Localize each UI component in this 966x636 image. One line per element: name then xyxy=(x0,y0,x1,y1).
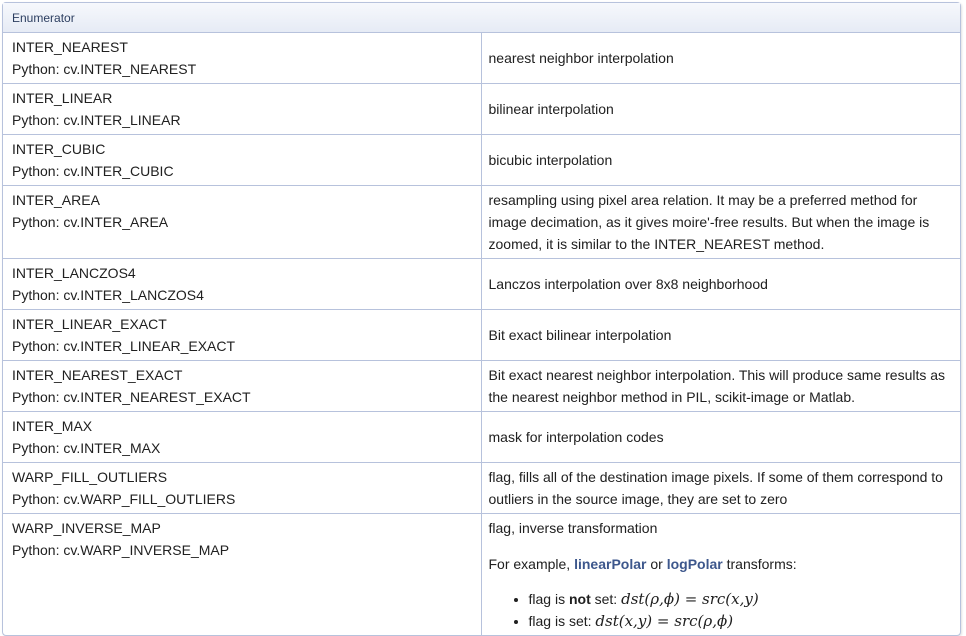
enum-python-name: Python: cv.INTER_CUBIC xyxy=(12,163,174,179)
bullet-prefix: flag is xyxy=(528,591,569,607)
enum-description: Lanczos interpolation over 8x8 neighborh… xyxy=(481,259,960,310)
table-row: WARP_FILL_OUTLIERS Python: cv.WARP_FILL_… xyxy=(3,463,960,514)
table-row: INTER_NEAREST Python: cv.INTER_NEAREST n… xyxy=(3,33,960,84)
enum-name: INTER_MAX xyxy=(12,418,93,434)
enum-name-cell: INTER_CUBIC Python: cv.INTER_CUBIC xyxy=(3,135,482,186)
enum-python-name: Python: cv.INTER_MAX xyxy=(12,440,161,456)
enum-name-cell: INTER_NEAREST_EXACT Python: cv.INTER_NEA… xyxy=(3,361,482,412)
enum-name: INTER_LANCZOS4 xyxy=(12,265,136,281)
enum-table-wrapper: Enumerator INTER_NEAREST Python: cv.INTE… xyxy=(2,2,961,636)
enum-name-cell: WARP_FILL_OUTLIERS Python: cv.WARP_FILL_… xyxy=(3,463,482,514)
enum-name: INTER_LINEAR_EXACT xyxy=(12,316,167,332)
bullet-prefix: flag is set: xyxy=(528,613,596,629)
enum-python-name: Python: cv.WARP_FILL_OUTLIERS xyxy=(12,491,236,507)
enum-python-name: Python: cv.INTER_AREA xyxy=(12,214,169,230)
enum-name: INTER_AREA xyxy=(12,192,100,208)
logpolar-link[interactable]: logPolar xyxy=(667,556,723,572)
enum-name: WARP_INVERSE_MAP xyxy=(12,520,161,536)
enum-name: INTER_CUBIC xyxy=(12,141,106,157)
formula-set: dst(x,y) = src(ρ,ϕ) xyxy=(595,612,734,630)
enum-description: resampling using pixel area relation. It… xyxy=(481,186,960,259)
enum-description: Bit exact bilinear interpolation xyxy=(481,310,960,361)
example-paragraph: For example, linearPolar or logPolar tra… xyxy=(489,553,954,575)
list-item: flag is not set: dst(ρ,ϕ) = src(x,y) xyxy=(529,588,954,610)
formula-not-set: dst(ρ,ϕ) = src(x,y) xyxy=(621,590,759,608)
table-row: INTER_LINEAR Python: cv.INTER_LINEAR bil… xyxy=(3,84,960,135)
example-suffix: transforms: xyxy=(722,556,797,572)
bullet-bold-not: not xyxy=(568,591,591,607)
enum-name-cell: INTER_NEAREST Python: cv.INTER_NEAREST xyxy=(3,33,482,84)
flag-bullet-list: flag is not set: dst(ρ,ϕ) = src(x,y) fla… xyxy=(489,588,954,632)
enum-description-block: flag, inverse transformation For example… xyxy=(482,514,961,635)
enum-name: WARP_FILL_OUTLIERS xyxy=(12,469,168,485)
enum-name-cell: INTER_LINEAR_EXACT Python: cv.INTER_LINE… xyxy=(3,310,482,361)
linearpolar-link[interactable]: linearPolar xyxy=(574,556,646,572)
enumerator-table: Enumerator INTER_NEAREST Python: cv.INTE… xyxy=(2,2,961,636)
enum-description: bilinear interpolation xyxy=(481,84,960,135)
enum-python-name: Python: cv.INTER_NEAREST xyxy=(12,61,197,77)
table-header: Enumerator xyxy=(3,3,960,33)
enum-name: INTER_NEAREST_EXACT xyxy=(12,367,183,383)
enum-python-name: Python: cv.INTER_NEAREST_EXACT xyxy=(12,389,251,405)
enum-description: flag, fills all of the destination image… xyxy=(481,463,960,514)
enum-python-name: Python: cv.INTER_LINEAR xyxy=(12,112,181,128)
enum-description: bicubic interpolation xyxy=(481,135,960,186)
enum-name-cell: INTER_MAX Python: cv.INTER_MAX xyxy=(3,412,482,463)
enum-name-cell: WARP_INVERSE_MAP Python: cv.WARP_INVERSE… xyxy=(3,514,482,635)
bullet-mid: set: xyxy=(590,591,622,607)
table-row: INTER_AREA Python: cv.INTER_AREA resampl… xyxy=(3,186,960,259)
enum-name-cell: INTER_AREA Python: cv.INTER_AREA xyxy=(3,186,482,259)
table-header-row: Enumerator xyxy=(3,3,960,33)
table-row: INTER_LINEAR_EXACT Python: cv.INTER_LINE… xyxy=(3,310,960,361)
enum-name: INTER_LINEAR xyxy=(12,90,113,106)
table-row: INTER_NEAREST_EXACT Python: cv.INTER_NEA… xyxy=(3,361,960,412)
enum-description: mask for interpolation codes xyxy=(481,412,960,463)
example-mid: or xyxy=(646,556,667,572)
enum-name-cell: INTER_LANCZOS4 Python: cv.INTER_LANCZOS4 xyxy=(3,259,482,310)
list-item: flag is set: dst(x,y) = src(ρ,ϕ) xyxy=(529,610,954,632)
table-row: WARP_INVERSE_MAP Python: cv.WARP_INVERSE… xyxy=(3,514,960,635)
enum-python-name: Python: cv.INTER_LANCZOS4 xyxy=(12,287,204,303)
table-row: INTER_CUBIC Python: cv.INTER_CUBIC bicub… xyxy=(3,135,960,186)
enum-python-name: Python: cv.INTER_LINEAR_EXACT xyxy=(12,338,236,354)
enum-description: Bit exact nearest neighbor interpolation… xyxy=(481,361,960,412)
example-prefix: For example, xyxy=(488,556,575,572)
enum-name-cell: INTER_LINEAR Python: cv.INTER_LINEAR xyxy=(3,84,482,135)
table-row: INTER_LANCZOS4 Python: cv.INTER_LANCZOS4… xyxy=(3,259,960,310)
enum-description: nearest neighbor interpolation xyxy=(481,33,960,84)
table-row: INTER_MAX Python: cv.INTER_MAX mask for … xyxy=(3,412,960,463)
enum-python-name: Python: cv.WARP_INVERSE_MAP xyxy=(12,542,230,558)
enum-name: INTER_NEAREST xyxy=(12,39,128,55)
enum-description: flag, inverse transformation xyxy=(488,520,658,536)
